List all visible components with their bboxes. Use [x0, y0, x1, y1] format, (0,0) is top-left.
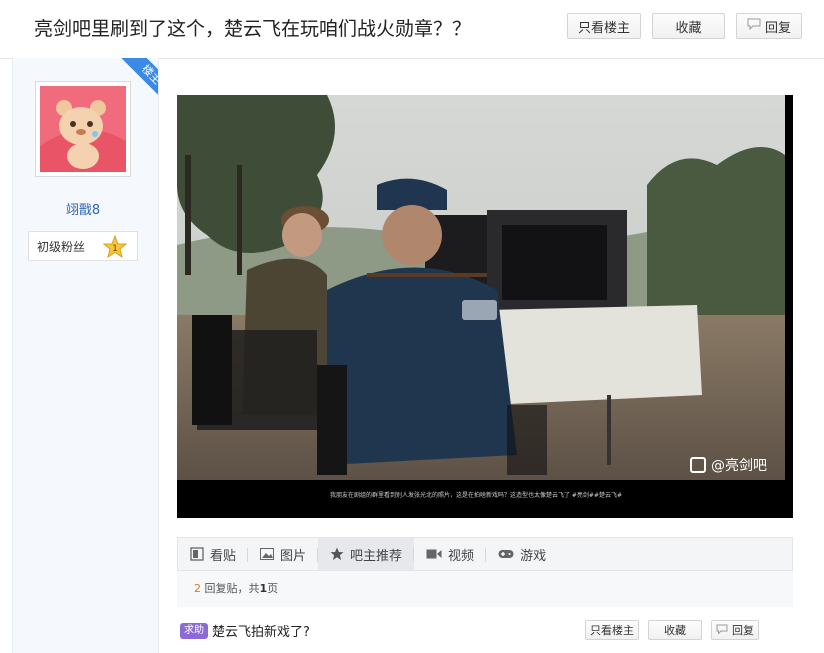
level-star-icon: 1 [102, 234, 128, 262]
image-watermark: @亮剑吧 [690, 455, 767, 475]
watermark-text: @亮剑吧 [711, 458, 767, 474]
gamepad-icon [498, 548, 514, 560]
tieba-logo-icon [690, 457, 706, 473]
post-image[interactable]: 我朋友在剧组的群里看到别人发张光北的照片，这是在拍啥新戏吗？这造型也太像楚云飞了… [177, 95, 793, 518]
tab-images[interactable]: 图片 [248, 538, 319, 570]
avatar-image [40, 86, 126, 172]
thread-title: 亮剑吧里刷到了这个，楚云飞在玩咱们战火勋章？？ [34, 18, 472, 40]
tab-games[interactable]: 游戏 [486, 538, 558, 570]
reply-count-text: 回复贴，共 [204, 582, 260, 595]
related-reply-button[interactable]: 回复 [711, 620, 759, 640]
tab-recommended[interactable]: 吧主推荐 [318, 538, 415, 570]
related-favorite-label: 收藏 [664, 624, 686, 637]
reply-stats: 2 回复贴，共1页 [177, 571, 793, 607]
page-count: 1 [259, 582, 268, 595]
related-reply-label: 回复 [732, 624, 754, 637]
reply-count: 2 [194, 582, 201, 595]
thread-tabs: 看贴 图片 吧主推荐 视频 游戏 [177, 537, 793, 571]
related-favorite-button[interactable]: 收藏 [648, 620, 702, 640]
only-op-button[interactable]: 只看楼主 [567, 13, 641, 39]
tab-videos-label: 视频 [448, 548, 475, 564]
video-icon [426, 548, 442, 560]
thread-header: 亮剑吧里刷到了这个，楚云飞在玩咱们战火勋章？？ 只看楼主 收藏 回复 [0, 0, 824, 59]
tab-videos[interactable]: 视频 [414, 538, 487, 570]
fan-level-label: 初级粉丝 [37, 239, 86, 254]
image-icon [260, 548, 275, 560]
fan-level-badge[interactable]: 初级粉丝 1 [28, 231, 138, 261]
avatar[interactable] [35, 81, 131, 177]
related-comment-icon [716, 624, 728, 637]
only-op-label: 只看楼主 [577, 20, 630, 36]
tab-recommended-label: 吧主推荐 [350, 548, 403, 564]
related-thread-title[interactable]: 楚云飞拍新戏了? [212, 621, 310, 640]
image-caption: 我朋友在剧组的群里看到别人发张光北的照片，这是在拍啥新戏吗？这造型也太像楚云飞了… [330, 492, 623, 499]
related-only-op-label: 只看楼主 [590, 624, 634, 637]
username-link[interactable]: 翊戬8 [35, 199, 131, 218]
level-number: 1 [112, 244, 118, 254]
related-only-op-button[interactable]: 只看楼主 [585, 620, 639, 640]
star-icon [330, 547, 344, 561]
tab-posts[interactable]: 看贴 [178, 538, 249, 570]
favorite-label: 收藏 [675, 20, 702, 36]
reply-label: 回复 [764, 20, 791, 36]
tab-games-label: 游戏 [520, 548, 547, 564]
related-thread: 求助 楚云飞拍新戏了? 只看楼主 收藏 回复 [177, 615, 793, 647]
tab-images-label: 图片 [280, 548, 307, 564]
help-tag: 求助 [180, 623, 208, 639]
favorite-button[interactable]: 收藏 [652, 13, 725, 39]
comment-icon [747, 18, 761, 34]
post-icon [190, 547, 204, 561]
tab-posts-label: 看贴 [210, 548, 237, 564]
page-count-text: 页 [267, 582, 279, 595]
reply-button[interactable]: 回复 [736, 13, 802, 39]
